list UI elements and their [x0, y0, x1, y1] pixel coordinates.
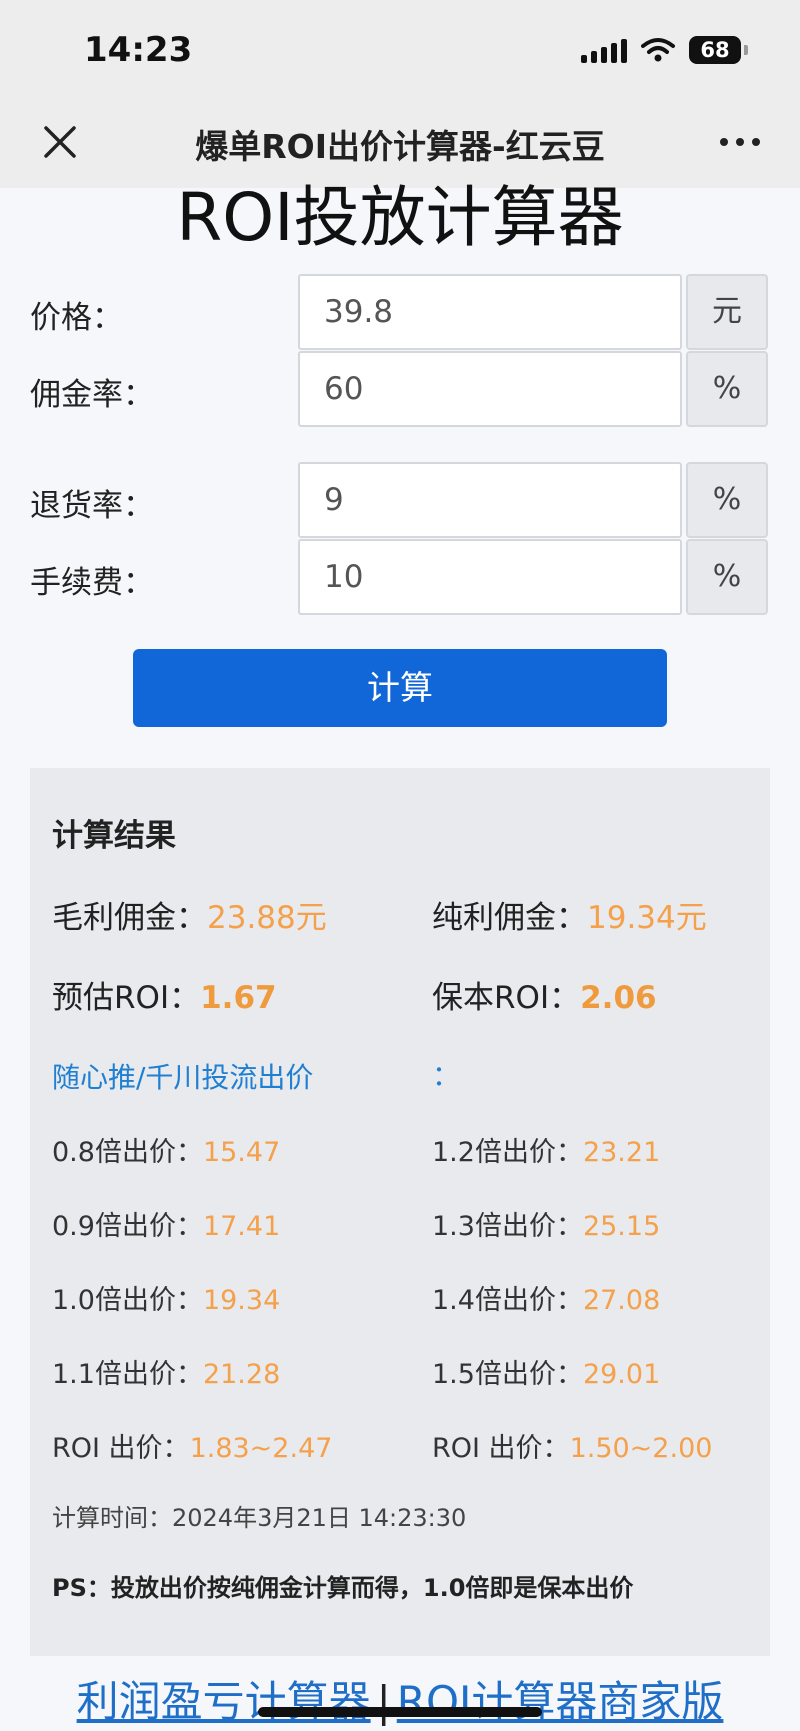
price-row: 价格： 39.8 元: [0, 274, 800, 350]
estimated-roi: 预估ROI：1.67: [52, 980, 277, 1016]
price-input[interactable]: 39.8: [298, 274, 682, 350]
footer-separator: |: [376, 1677, 391, 1726]
roi-bid-row: ROI 出价：1.83~2.47: [52, 1433, 333, 1464]
bid-row: 1.2倍出价：23.21: [432, 1137, 661, 1168]
return-rate-input[interactable]: 9: [298, 462, 682, 538]
profit-calculator-link[interactable]: 利润盈亏计算器: [77, 1677, 371, 1726]
battery-icon: 68: [689, 36, 748, 64]
close-icon[interactable]: [38, 120, 82, 164]
bid-row: 1.3倍出价：25.15: [432, 1211, 661, 1242]
commission-label: 佣金率：: [30, 377, 154, 413]
bid-row: 1.4倍出价：27.08: [432, 1285, 661, 1316]
bid-row: 1.1倍出价：21.28: [52, 1359, 281, 1390]
price-unit: 元: [686, 274, 768, 350]
bid-row: 1.5倍出价：29.01: [432, 1359, 661, 1390]
merchant-roi-calculator-link[interactable]: ROI计算器商家版: [397, 1677, 724, 1726]
more-options-icon[interactable]: [716, 124, 764, 160]
return-rate-row: 退货率： 9 %: [0, 462, 800, 538]
bid-row: 0.9倍出价：17.41: [52, 1211, 281, 1242]
return-rate-unit: %: [686, 462, 768, 538]
fee-label: 手续费：: [30, 565, 154, 601]
status-time: 14:23: [84, 30, 193, 70]
top-bar: 14:23 68 爆单ROI出价计算器-红云豆: [0, 0, 800, 188]
result-panel: 计算结果 毛利佣金：23.88元 纯利佣金：19.34元 预估ROI：1.67 …: [30, 768, 770, 1656]
price-label: 价格：: [30, 300, 123, 336]
fee-row: 手续费： 10 %: [0, 539, 800, 615]
result-heading: 计算结果: [52, 818, 176, 854]
roi-bid-row: ROI 出价：1.50~2.00: [432, 1433, 713, 1464]
cellular-signal-icon: [581, 37, 627, 63]
battery-level: 68: [689, 36, 741, 64]
page: 14:23 68 爆单ROI出价计算器-红云豆 ROI投放计算器 价格： 39.…: [0, 0, 800, 1731]
return-rate-label: 退货率：: [30, 488, 154, 524]
ps-note: PS：投放出价按纯佣金计算而得，1.0倍即是保本出价: [52, 1574, 634, 1602]
status-icons: 68: [581, 36, 748, 64]
commission-input[interactable]: 60: [298, 351, 682, 427]
calculate-button[interactable]: 计算: [133, 649, 667, 727]
estimated-roi-value: 1.67: [200, 980, 277, 1016]
bid-row: 0.8倍出价：15.47: [52, 1137, 281, 1168]
breakeven-roi-value: 2.06: [580, 980, 657, 1016]
commission-row: 佣金率： 60 %: [0, 351, 800, 427]
breakeven-roi: 保本ROI：2.06: [432, 980, 657, 1016]
net-commission-value: 19.34元: [587, 900, 707, 936]
bid-row: 1.0倍出价：19.34: [52, 1285, 281, 1316]
calc-time: 计算时间：2024年3月21日 14:23:30: [52, 1504, 467, 1532]
bid-section-colon: ：: [432, 1059, 461, 1092]
wifi-icon: [641, 38, 675, 62]
fee-input[interactable]: 10: [298, 539, 682, 615]
page-title: ROI投放计算器: [176, 179, 624, 256]
commission-unit: %: [686, 351, 768, 427]
fee-unit: %: [686, 539, 768, 615]
nav-title: 爆单ROI出价计算器-红云豆: [195, 127, 605, 166]
footer-links: 利润盈亏计算器 | ROI计算器商家版: [0, 1668, 800, 1729]
gross-commission: 毛利佣金：23.88元: [52, 900, 327, 936]
net-commission: 纯利佣金：19.34元: [432, 900, 707, 936]
bid-section-link[interactable]: 随心推/千川投流出价: [52, 1056, 313, 1096]
home-indicator: [258, 1707, 542, 1717]
gross-commission-value: 23.88元: [207, 900, 327, 936]
